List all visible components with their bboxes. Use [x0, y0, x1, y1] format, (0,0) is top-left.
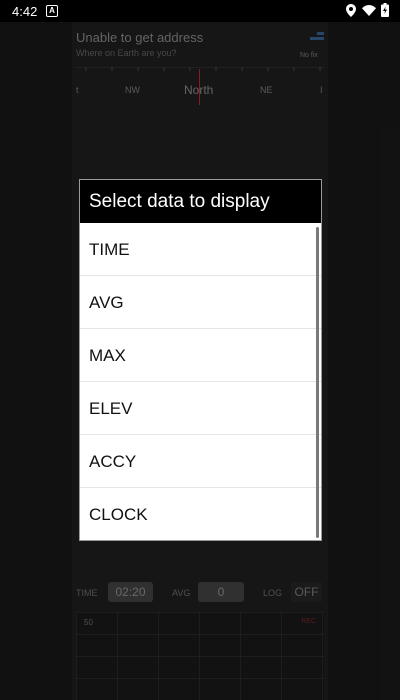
option-accy[interactable]: ACCY	[80, 435, 321, 488]
select-data-dialog: Select data to display TIME AVG MAX ELEV…	[79, 179, 322, 541]
option-avg[interactable]: AVG	[80, 276, 321, 329]
notification-icon: A	[46, 5, 58, 17]
dialog-title: Select data to display	[80, 180, 321, 223]
battery-icon	[381, 3, 389, 17]
location-icon	[346, 4, 356, 17]
clock: 4:42	[12, 4, 38, 19]
option-clock[interactable]: CLOCK	[80, 488, 321, 540]
dialog-scrollbar[interactable]	[316, 227, 319, 538]
wifi-icon	[362, 5, 376, 16]
option-max[interactable]: MAX	[80, 329, 321, 382]
option-elev[interactable]: ELEV	[80, 382, 321, 435]
data-option-list: TIME AVG MAX ELEV ACCY CLOCK	[80, 223, 321, 540]
status-bar: 4:42 A	[0, 0, 400, 22]
option-time[interactable]: TIME	[80, 223, 321, 276]
